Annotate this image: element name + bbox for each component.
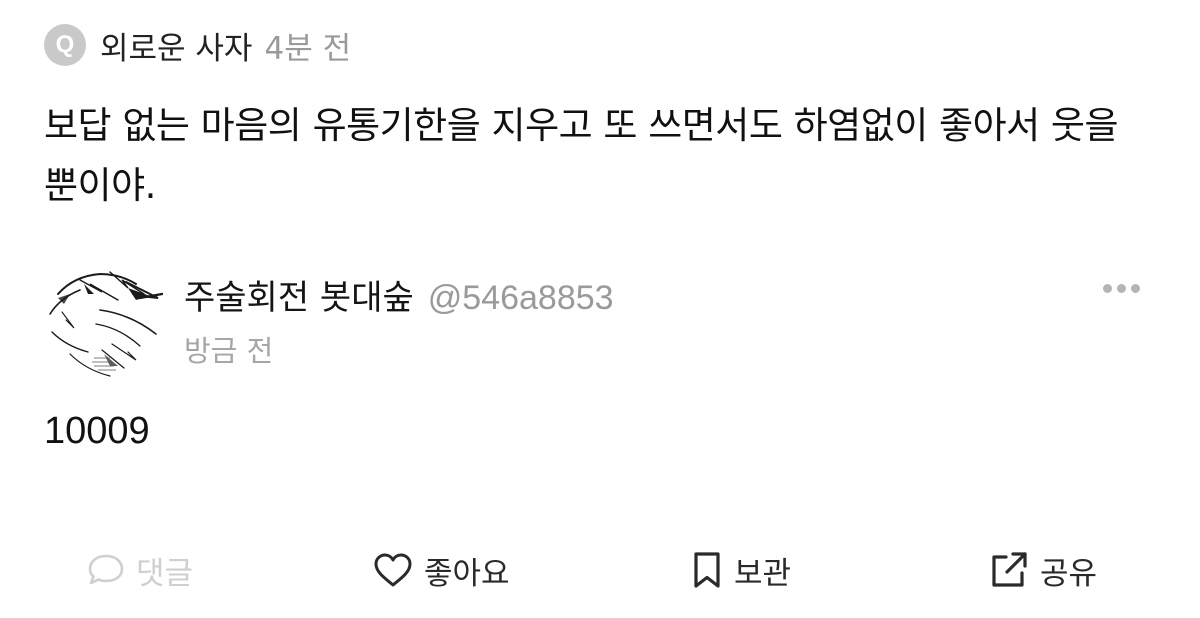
question-time: 4분 전 — [264, 30, 352, 67]
answer-author-handle[interactable]: @546a8853 — [428, 279, 614, 318]
bookmark-icon — [690, 550, 724, 590]
share-arrow-icon — [988, 550, 1030, 590]
save-button[interactable]: 보관 — [690, 540, 791, 600]
save-label: 보관 — [734, 555, 792, 592]
more-dots-icon — [1116, 283, 1126, 293]
question-badge-icon: Q — [44, 24, 86, 66]
answer-header: 주술회전 봇대숲 @546a8853 — [184, 270, 614, 319]
share-label: 공유 — [1040, 555, 1098, 592]
comment-label: 댓글 — [136, 555, 194, 592]
heart-icon — [372, 551, 414, 589]
sketch-avatar-icon — [41, 255, 167, 381]
more-dots-icon — [1102, 283, 1112, 293]
like-button[interactable]: 좋아요 — [372, 540, 510, 600]
share-button[interactable]: 공유 — [988, 540, 1097, 600]
answer-time: 방금 전 — [184, 334, 274, 368]
question-author[interactable]: 외로운 사자 — [100, 23, 252, 68]
avatar[interactable] — [40, 254, 168, 382]
question-text: 보답 없는 마음의 유통기한을 지우고 또 쓰면서도 하염없이 좋아서 웃을 뿐… — [44, 104, 1119, 207]
more-options-button[interactable] — [1096, 276, 1146, 300]
comment-button[interactable]: 댓글 — [86, 540, 193, 600]
like-label: 좋아요 — [424, 555, 510, 592]
speech-bubble-icon — [86, 552, 126, 588]
more-dots-icon — [1130, 283, 1140, 293]
answer-author-name[interactable]: 주술회전 봇대숲 — [184, 270, 414, 319]
question-header: Q 외로운 사자 4분 전 — [44, 22, 351, 68]
answer-text: 10009 — [44, 410, 150, 452]
action-bar: 댓글 좋아요 보관 공유 — [0, 540, 1200, 600]
